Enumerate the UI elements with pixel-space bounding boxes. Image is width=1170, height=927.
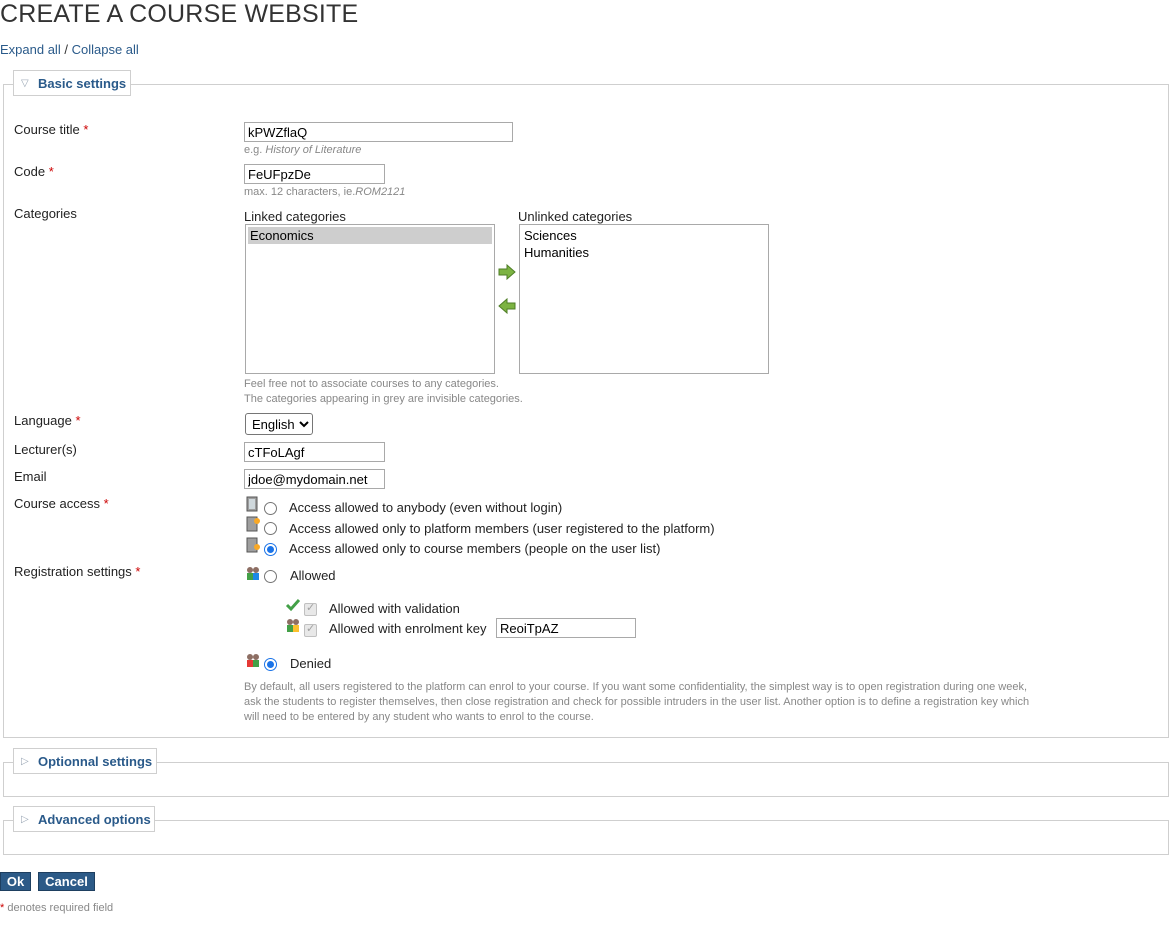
course-title-input[interactable]: [244, 122, 513, 142]
required-star: *: [0, 902, 5, 914]
unlinked-categories-label: Unlinked categories: [518, 209, 633, 224]
language-label: Language *: [14, 413, 81, 428]
required-footnote-text: denotes required field: [7, 902, 114, 914]
basic-settings-fieldset: [3, 84, 1169, 738]
course-access-label-text: Course access: [14, 496, 100, 511]
allowed-validation-label: Allowed with validation: [329, 601, 460, 616]
code-hint: max. 12 characters, ie.ROM2121: [244, 186, 405, 198]
list-item[interactable]: Economics: [248, 227, 492, 244]
optional-settings-fieldset: [3, 762, 1169, 797]
required-star: *: [135, 564, 141, 579]
expand-all-link[interactable]: Expand all: [0, 42, 61, 57]
registration-label-text: Registration settings: [14, 564, 132, 579]
hint-prefix: e.g.: [244, 144, 263, 156]
checkmark-icon: [285, 599, 301, 612]
course-title-hint: e.g. History of Literature: [244, 144, 361, 156]
email-input[interactable]: [244, 469, 385, 489]
language-select[interactable]: English: [245, 413, 313, 435]
access-anybody-label: Access allowed to anybody (even without …: [289, 500, 563, 515]
registration-allowed-label: Allowed: [290, 568, 336, 583]
expand-collapse-row: Expand all / Collapse all: [0, 42, 139, 57]
categories-hint-1: Feel free not to associate courses to an…: [244, 378, 499, 390]
categories-label: Categories: [14, 206, 77, 221]
list-item[interactable]: Sciences: [522, 227, 766, 244]
linked-categories-list[interactable]: Economics: [245, 224, 495, 374]
allowed-key-label: Allowed with enrolment key: [329, 621, 487, 636]
collapsed-triangle-icon: ▷: [21, 814, 29, 825]
required-star: *: [75, 413, 81, 428]
registration-note: By default, all users registered to the …: [244, 681, 1030, 723]
course-access-label: Course access *: [14, 496, 109, 511]
page-title: CREATE A COURSE WEBSITE: [0, 0, 359, 28]
optional-settings-legend[interactable]: ▷ Optionnal settings: [13, 748, 157, 774]
cancel-button[interactable]: Cancel: [38, 872, 95, 891]
users-denied-icon: [247, 654, 259, 667]
registration-allowed-radio[interactable]: [264, 570, 277, 583]
course-title-label-text: Course title: [14, 122, 80, 137]
basic-settings-label: Basic settings: [38, 76, 127, 91]
course-title-label: Course title *: [14, 122, 88, 137]
hint-example: ROM2121: [355, 186, 406, 198]
advanced-options-fieldset: [3, 820, 1169, 855]
advanced-options-legend[interactable]: ▷ Advanced options: [13, 806, 155, 832]
advanced-options-label: Advanced options: [38, 812, 151, 827]
registration-denied-label: Denied: [290, 656, 332, 671]
required-star: *: [83, 122, 89, 137]
course-members-icon: [246, 537, 260, 553]
hint-prefix: max. 12 characters, ie.: [244, 186, 356, 198]
move-right-arrow-icon[interactable]: [498, 264, 516, 280]
required-star: *: [48, 164, 54, 179]
hint-example: History of Literature: [265, 144, 362, 156]
access-platform-label: Access allowed only to platform members …: [289, 521, 715, 536]
email-label: Email: [14, 469, 47, 484]
enrolment-key-icon: [287, 619, 299, 632]
access-platform-radio[interactable]: [264, 522, 277, 535]
registration-denied-radio[interactable]: [264, 658, 277, 671]
list-item[interactable]: Humanities: [522, 244, 766, 261]
open-door-icon: [246, 496, 258, 512]
language-label-text: Language: [14, 413, 72, 428]
allowed-key-checkbox[interactable]: [304, 622, 317, 637]
lecturers-input[interactable]: [244, 442, 385, 462]
linked-categories-label: Linked categories: [244, 209, 346, 224]
unlinked-categories-list[interactable]: Sciences Humanities: [519, 224, 769, 374]
collapse-all-link[interactable]: Collapse all: [72, 42, 139, 57]
platform-members-icon: [246, 516, 260, 532]
allowed-validation-checkbox[interactable]: [304, 601, 317, 616]
lecturers-label: Lecturer(s): [14, 442, 77, 457]
enrolment-key-input[interactable]: [496, 618, 636, 638]
users-allowed-icon: [247, 567, 259, 580]
move-left-arrow-icon[interactable]: [498, 298, 516, 314]
collapsed-triangle-icon: ▷: [21, 756, 29, 767]
required-star: *: [103, 496, 109, 511]
code-label: Code *: [14, 164, 54, 179]
categories-hint-2: The categories appearing in grey are inv…: [244, 393, 523, 405]
registration-settings-label: Registration settings *: [14, 564, 140, 579]
access-anybody-radio[interactable]: [264, 502, 277, 515]
required-footnote: * denotes required field: [0, 902, 113, 914]
basic-settings-legend[interactable]: ▽ Basic settings: [13, 70, 131, 96]
optional-settings-label: Optionnal settings: [38, 754, 153, 769]
ok-button[interactable]: Ok: [0, 872, 31, 891]
expanded-triangle-icon: ▽: [21, 78, 29, 89]
code-label-text: Code: [14, 164, 46, 179]
code-input[interactable]: [244, 164, 385, 184]
expand-separator: /: [64, 42, 68, 57]
access-course-members-radio[interactable]: [264, 543, 277, 556]
access-course-members-label: Access allowed only to course members (p…: [289, 541, 661, 556]
